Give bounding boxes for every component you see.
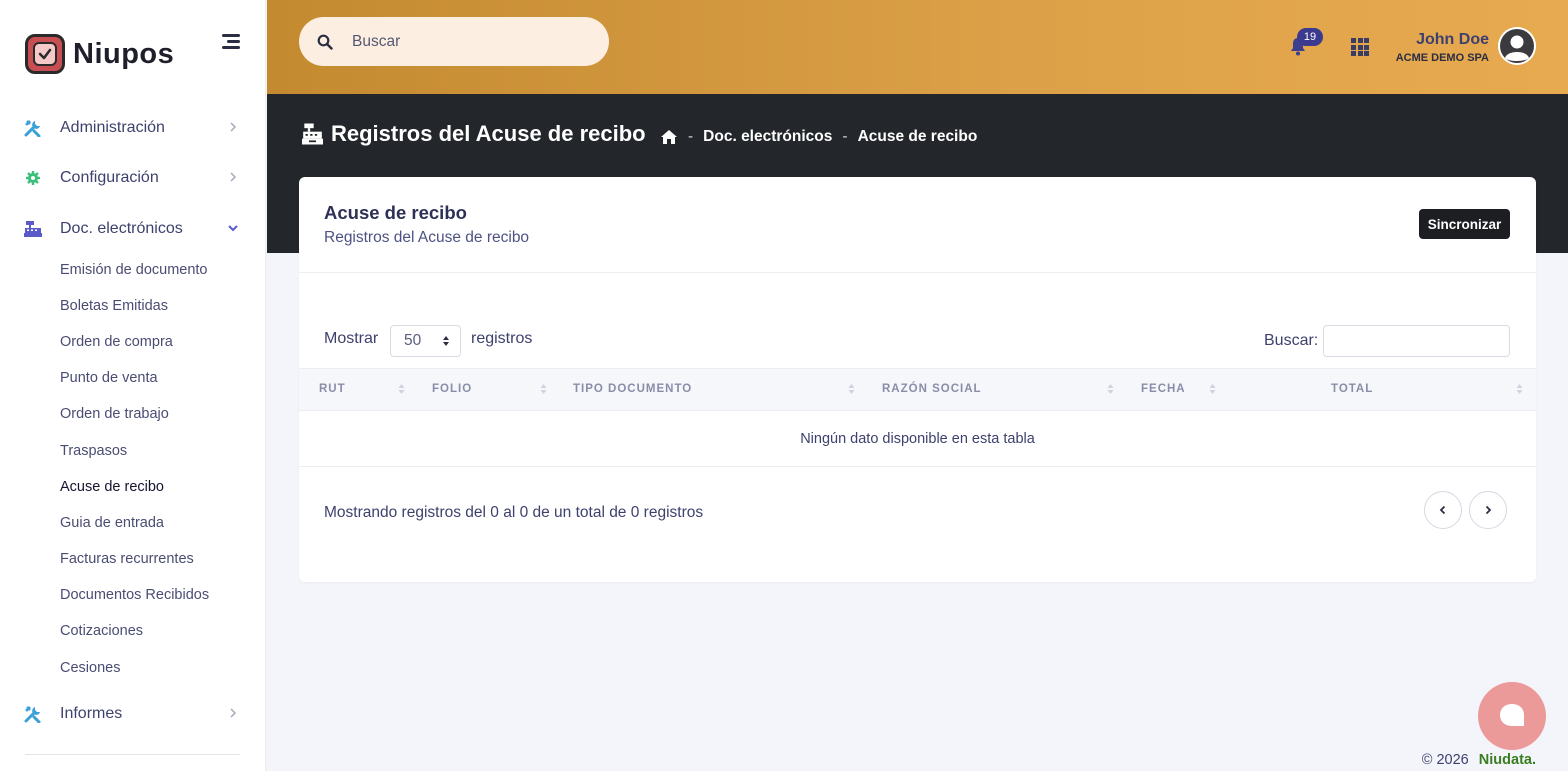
sidebar-item-label: Informes: [60, 705, 123, 722]
menu-toggle-icon[interactable]: [220, 32, 242, 52]
breadcrumb: - Doc. electrónicos - Acuse de recibo: [660, 128, 977, 146]
sidebar-item-label: Doc. electrónicos: [60, 220, 183, 237]
chat-button[interactable]: [1478, 682, 1546, 750]
sidebar-subitem-punto-venta[interactable]: Punto de venta: [60, 370, 158, 386]
table-filter-input[interactable]: [1323, 325, 1510, 357]
pagination-next-button[interactable]: [1469, 491, 1507, 529]
breadcrumb-current: Acuse de recibo: [857, 128, 978, 145]
sort-icon: [1107, 384, 1114, 394]
sidebar-subitem-boletas[interactable]: Boletas Emitidas: [60, 298, 168, 314]
table-header: RUT FOLIO TIPO DOCUMENTO RAZÓN SOCIAL FE…: [299, 368, 1536, 411]
brand-logo[interactable]: Niupos: [25, 34, 174, 74]
card-title: Acuse de recibo: [324, 202, 467, 223]
sidebar-subitem-cotizaciones[interactable]: Cotizaciones: [60, 623, 143, 639]
chevron-right-icon: [230, 708, 237, 718]
breadcrumb-separator: -: [842, 128, 848, 145]
sidebar-subitem-emision[interactable]: Emisión de documento: [60, 262, 208, 278]
page-length-select[interactable]: 50: [390, 325, 461, 357]
column-header-total[interactable]: TOTAL: [1331, 383, 1373, 395]
table-empty-row: Ningún dato disponible en esta tabla: [299, 411, 1536, 467]
footer-brand-link[interactable]: Niudata.: [1479, 752, 1536, 768]
chat-bubble-icon: [1500, 704, 1524, 726]
home-icon[interactable]: [660, 129, 678, 145]
footer-copyright: © 2026: [1421, 752, 1469, 768]
sidebar-item-label: Configuración: [60, 169, 159, 186]
chevron-right-icon: [230, 122, 237, 132]
chevron-right-icon: [1485, 505, 1492, 515]
chevron-right-icon: [230, 172, 237, 182]
avatar[interactable]: [1498, 27, 1536, 65]
column-header-tipo-documento[interactable]: TIPO DOCUMENTO: [573, 383, 692, 395]
notification-badge: 19: [1297, 28, 1323, 46]
column-header-razon-social[interactable]: RAZÓN SOCIAL: [882, 383, 982, 395]
gear-icon: [24, 169, 42, 187]
cash-register-icon: [24, 220, 42, 238]
chevron-down-icon: [228, 225, 238, 232]
sidebar-subitem-traspasos[interactable]: Traspasos: [60, 443, 127, 459]
logo-icon: [25, 34, 65, 74]
user-company: ACME DEMO SPA: [1395, 52, 1489, 64]
sort-arrows-icon: [443, 336, 449, 346]
content-card: Acuse de recibo Registros del Acuse de r…: [299, 177, 1536, 582]
column-header-folio[interactable]: FOLIO: [432, 383, 472, 395]
footer: © 2026 Niudata.: [1422, 752, 1536, 768]
table-info: Mostrando registros del 0 al 0 de un tot…: [324, 504, 704, 521]
records-label: registros: [471, 330, 533, 347]
card-subtitle: Registros del Acuse de recibo: [324, 229, 530, 246]
sort-icon: [398, 384, 405, 394]
column-header-fecha[interactable]: FECHA: [1141, 383, 1186, 395]
chevron-left-icon: [1439, 505, 1446, 515]
search-icon: [317, 34, 333, 50]
sidebar-subitem-orden-trabajo[interactable]: Orden de trabajo: [60, 406, 169, 422]
sidebar-item-doc-electronicos[interactable]: Doc. electrónicos: [24, 216, 242, 242]
sidebar-item-configuracion[interactable]: Configuración: [24, 165, 242, 191]
tools-icon: [24, 705, 42, 723]
global-search: [299, 17, 609, 66]
sort-icon: [1516, 384, 1523, 394]
tools-icon: [24, 119, 42, 137]
sort-icon: [540, 384, 547, 394]
page-length-value: 50: [404, 332, 422, 349]
table-filter-label: Buscar:: [1264, 332, 1319, 349]
top-header: 19 John Doe ACME DEMO SPA: [267, 0, 1568, 94]
sidebar-subitem-facturas-recurrentes[interactable]: Facturas recurrentes: [60, 551, 194, 567]
sidebar-subitem-acuse-recibo[interactable]: Acuse de recibo: [60, 479, 164, 495]
user-avatar-icon: [1498, 27, 1536, 65]
sidebar-subitem-documentos-recibidos[interactable]: Documentos Recibidos: [60, 587, 209, 603]
sync-button[interactable]: Sincronizar: [1419, 209, 1510, 239]
cash-register-icon: [302, 123, 323, 145]
sidebar-divider: [25, 754, 240, 755]
sidebar-subitem-guia-entrada[interactable]: Guia de entrada: [60, 515, 164, 531]
sidebar-subitem-orden-compra[interactable]: Orden de compra: [60, 334, 173, 350]
pagination-previous-button[interactable]: [1424, 491, 1462, 529]
sort-icon: [848, 384, 855, 394]
sidebar-item-informes[interactable]: Informes: [24, 701, 242, 727]
sidebar-subitem-cesiones[interactable]: Cesiones: [60, 660, 120, 676]
page-title-text: Registros del Acuse de recibo: [331, 121, 646, 146]
page-length-label: Mostrar: [324, 330, 379, 347]
sidebar-item-administracion[interactable]: Administración: [24, 115, 242, 141]
sort-icon: [1209, 384, 1216, 394]
apps-grid-icon[interactable]: [1351, 38, 1369, 56]
sidebar-item-label: Administración: [60, 119, 165, 136]
user-name[interactable]: John Doe: [1416, 31, 1489, 49]
card-divider: [299, 272, 1536, 273]
breadcrumb-separator: -: [688, 128, 694, 145]
search-input[interactable]: [352, 32, 582, 51]
page-title: Registros del Acuse de recibo: [302, 121, 646, 147]
column-header-rut[interactable]: RUT: [319, 383, 346, 395]
sidebar: Niupos Administración Configuración Doc.…: [0, 0, 266, 771]
breadcrumb-doc-electronicos[interactable]: Doc. electrónicos: [703, 128, 832, 146]
brand-name: Niupos: [73, 37, 175, 70]
